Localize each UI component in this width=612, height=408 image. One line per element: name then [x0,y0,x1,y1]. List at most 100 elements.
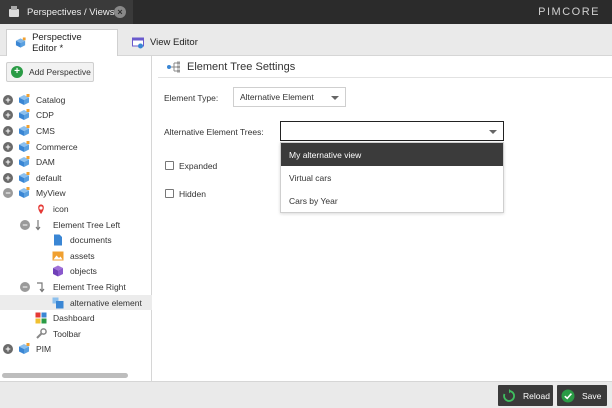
dropdown-option[interactable]: Virtual cars [281,166,503,189]
panel-header: Element Tree Settings [158,56,612,78]
tab-perspective-editor[interactable]: Perspective Editor * [6,29,118,56]
tree-item-label: PIM [36,344,52,355]
tree-item-label: default [36,172,62,183]
tree-item[interactable]: Dashboard [0,310,152,326]
tree-item[interactable]: objects [0,264,152,280]
tree-item-label: Element Tree Left [53,219,121,230]
dropdown-option[interactable]: Cars by Year [281,189,503,212]
tree-item-label: CMS [36,125,55,136]
expand-icon[interactable]: + [3,172,13,183]
chevron-down-icon [489,130,497,134]
map-pin-icon [38,204,44,214]
hidden-checkbox[interactable] [165,189,174,198]
perspective-icon [19,109,30,121]
alternative-trees-dropdown: My alternative view Virtual cars Cars by… [280,142,504,213]
tree-item[interactable]: + PIM [0,342,152,358]
arrow-turn-icon [37,282,45,293]
perspective-icon [19,171,30,183]
tree-view-icon [52,297,64,309]
tree-item-label: Catalog [36,94,66,105]
tree-item[interactable]: Toolbar [0,326,152,342]
tree-item-label: Element Tree Right [53,281,126,292]
wrench-icon [36,327,47,339]
image-icon [52,251,64,261]
alternative-trees-label: Alternative Element Trees: [164,127,264,137]
reload-button[interactable]: Reload [498,385,553,406]
tree-item[interactable]: − Element Tree Right [0,279,152,295]
close-tab-icon[interactable]: × [114,6,126,18]
tree-item[interactable]: assets [0,248,152,264]
tree-item[interactable]: alternative element [0,294,152,311]
dropdown-option[interactable]: My alternative view [281,143,503,166]
element-type-value: Alternative Element [240,92,314,102]
expand-icon[interactable]: + [3,157,13,168]
tab-view-editor[interactable]: View Editor [124,29,212,56]
tree-item[interactable]: + Catalog [0,92,152,108]
add-perspective-label: Add Perspective [29,67,91,77]
expand-icon[interactable]: + [3,110,13,121]
tree-item-label: objects [70,266,97,277]
bottom-toolbar: Reload Save [0,381,612,408]
tree-item-label: CDP [36,110,54,121]
cube-icon [53,265,63,277]
plus-icon: + [11,66,23,78]
tree-item-label: Commerce [36,141,78,152]
perspective-icon [19,343,30,355]
main-tab-label: Perspectives / Views [27,6,115,18]
alternative-trees-select[interactable] [280,121,504,141]
expanded-label: Expanded [179,161,218,171]
perspectives-icon [8,6,20,18]
tree-item[interactable]: + CMS [0,123,152,139]
tree-item[interactable]: documents [0,232,152,248]
expand-icon[interactable]: + [3,125,13,136]
expand-icon[interactable]: + [3,141,13,152]
tree-item-label: documents [70,235,112,246]
tab-perspective-editor-label: Perspective Editor * [32,32,82,54]
check-icon [561,389,575,402]
tree-item[interactable]: − Element Tree Left [0,217,152,233]
tree-item-label: Dashboard [53,313,95,324]
tree-item[interactable]: icon [0,201,152,217]
expand-icon[interactable]: + [3,344,13,355]
add-perspective-button[interactable]: + Add Perspective [6,62,94,82]
collapse-icon[interactable]: − [3,188,13,199]
tree-item[interactable]: − MyView [0,186,152,202]
perspective-icon [19,93,30,105]
tree-item-label: icon [53,203,69,214]
element-type-label: Element Type: [164,93,219,103]
collapse-icon[interactable]: − [20,219,30,230]
perspective-icon [19,187,30,199]
collapse-icon[interactable]: − [20,281,30,292]
arrow-down-icon [35,219,41,231]
editor-tabs: Perspective Editor * View Editor [0,24,612,56]
reload-label: Reload [523,390,550,401]
view-editor-icon [132,37,144,48]
tree-item-label: assets [70,250,95,261]
dashboard-icon [35,312,47,324]
perspective-editor-icon [15,37,26,48]
tree-item[interactable]: + DAM [0,154,152,170]
hidden-label: Hidden [179,189,206,199]
tree-item[interactable]: + CDP [0,108,152,124]
perspective-tree: + Catalog + CDP + CMS + Commerce + DAM + default − My… [0,92,152,357]
expand-icon[interactable]: + [3,94,13,105]
element-tree-settings-panel: Element Tree Settings Element Type: Alte… [158,56,612,381]
element-type-select[interactable]: Alternative Element [233,87,346,107]
perspective-tree-panel: + Add Perspective + Catalog + CDP + CMS + Comme… [0,56,152,381]
horizontal-scrollbar[interactable] [2,373,128,378]
tree-item-label: MyView [36,188,66,199]
save-button[interactable]: Save [557,385,607,406]
perspective-icon [19,124,30,136]
perspective-icon [19,156,30,168]
reload-icon [503,388,515,402]
tree-item-label: alternative element [70,297,142,308]
chevron-down-icon [331,96,339,100]
tree-item-label: DAM [36,157,55,168]
tab-view-editor-label: View Editor [150,37,198,48]
expanded-checkbox[interactable] [165,161,174,170]
tree-item[interactable]: + Commerce [0,139,152,155]
tree-item[interactable]: + default [0,170,152,186]
perspective-icon [19,140,30,152]
top-bar: Perspectives / Views × PIMCORE [0,0,612,24]
tree-item-label: Toolbar [53,328,81,339]
